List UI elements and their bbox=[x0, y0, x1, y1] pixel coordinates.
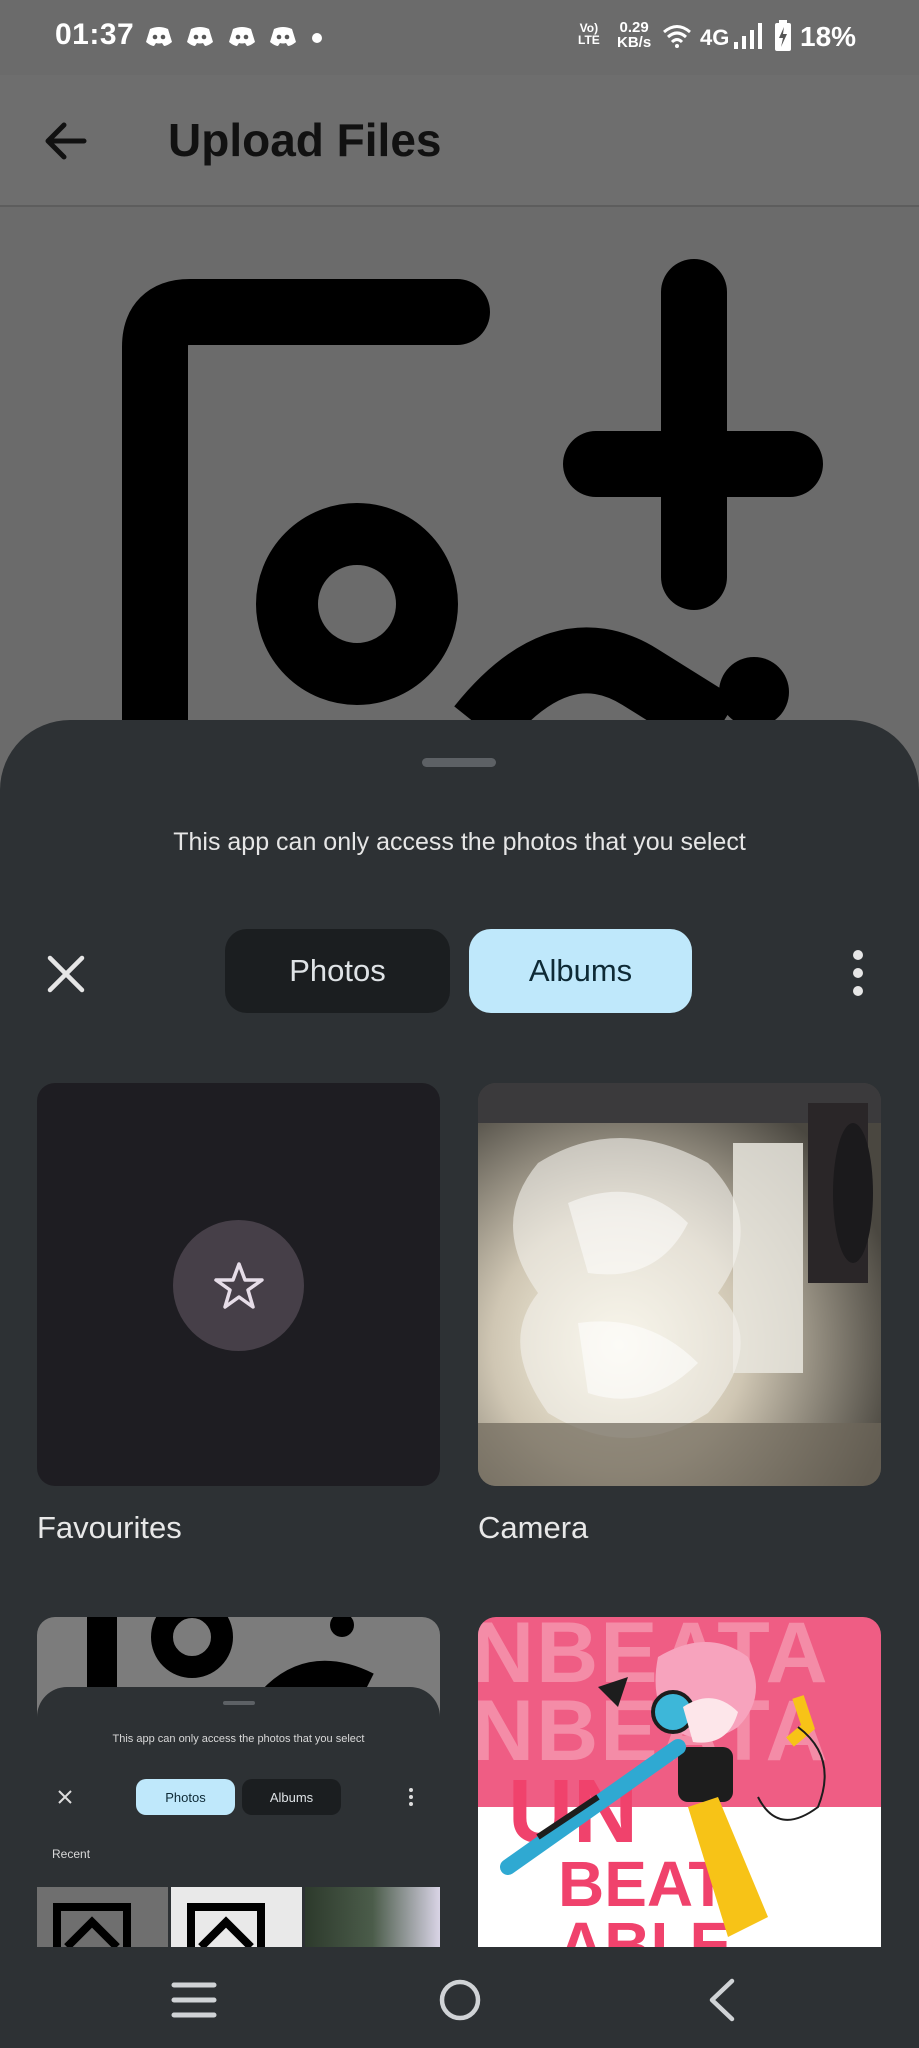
album-label-favourites: Favourites bbox=[37, 1510, 182, 1545]
mini-access-note: This app can only access the photos that… bbox=[112, 1733, 365, 1745]
more-options-icon[interactable] bbox=[845, 948, 871, 998]
album-favourites[interactable] bbox=[37, 1083, 440, 1486]
close-icon[interactable] bbox=[42, 950, 90, 998]
mini-close-icon bbox=[58, 1790, 72, 1804]
status-bar: 01:37 Vo) LTE 0.29 KB/s 4G 18% bbox=[0, 0, 919, 75]
tab-photos[interactable]: Photos bbox=[225, 929, 450, 1013]
add-photo-icon[interactable] bbox=[0, 207, 919, 727]
drag-handle[interactable] bbox=[422, 758, 496, 767]
back-arrow-icon[interactable] bbox=[40, 115, 92, 167]
speed-unit: KB/s bbox=[617, 34, 652, 51]
album-camera[interactable] bbox=[478, 1083, 881, 1486]
mini-more-icon bbox=[409, 1788, 413, 1806]
home-icon[interactable] bbox=[437, 1977, 483, 2023]
recents-menu-icon[interactable] bbox=[171, 1980, 217, 2020]
more-notifications-dot bbox=[312, 33, 322, 43]
mini-drag-handle bbox=[223, 1701, 255, 1705]
app-header: Upload Files bbox=[0, 75, 919, 207]
discord-notification-icon bbox=[229, 27, 255, 46]
photo-picker-sheet: This app can only access the photos that… bbox=[0, 720, 919, 2048]
volte-line2: LTE bbox=[578, 33, 600, 47]
page-title: Upload Files bbox=[168, 114, 442, 166]
speed-value: 0.29 bbox=[619, 19, 649, 36]
mini-photo-thumb bbox=[37, 1887, 168, 1947]
tab-albums[interactable]: Albums bbox=[469, 929, 692, 1013]
signal-icon bbox=[734, 23, 762, 49]
battery-percentage: 18% bbox=[800, 21, 857, 52]
system-nav-bar bbox=[0, 1950, 919, 2048]
mini-photo-thumb bbox=[305, 1887, 440, 1947]
network-type: 4G bbox=[700, 25, 730, 50]
battery-charging-icon bbox=[775, 20, 791, 51]
mini-recent-label: Recent bbox=[52, 1847, 91, 1861]
wifi-icon bbox=[663, 25, 691, 48]
favourites-badge bbox=[173, 1220, 304, 1351]
status-time: 01:37 bbox=[55, 18, 135, 51]
album-screenshots[interactable]: This app can only access the photos that… bbox=[37, 1617, 440, 1947]
star-icon bbox=[214, 1262, 264, 1309]
camera-album-cover bbox=[478, 1083, 881, 1486]
discord-notification-icon bbox=[187, 27, 213, 46]
discord-notification-icon bbox=[146, 27, 172, 46]
mini-sheet: This app can only access the photos that… bbox=[37, 1687, 440, 1947]
screenshot-cover: This app can only access the photos that… bbox=[37, 1617, 440, 1947]
picker-access-note: This app can only access the photos that… bbox=[173, 828, 746, 856]
mini-photo-thumb bbox=[171, 1887, 302, 1947]
discord-notification-icon bbox=[270, 27, 296, 46]
album-label-camera: Camera bbox=[478, 1510, 589, 1545]
mini-tab-photos: Photos bbox=[136, 1779, 235, 1815]
mini-tab-albums: Albums bbox=[242, 1779, 341, 1815]
volte-indicator: Vo) LTE bbox=[578, 22, 600, 46]
album-downloads[interactable]: NBEATA NBEATA UN BEAT ABLE bbox=[478, 1617, 881, 1947]
network-speed: 0.29 KB/s bbox=[617, 20, 651, 50]
anime-character-illustration bbox=[500, 1642, 826, 1937]
nav-back-icon[interactable] bbox=[704, 1977, 738, 2023]
